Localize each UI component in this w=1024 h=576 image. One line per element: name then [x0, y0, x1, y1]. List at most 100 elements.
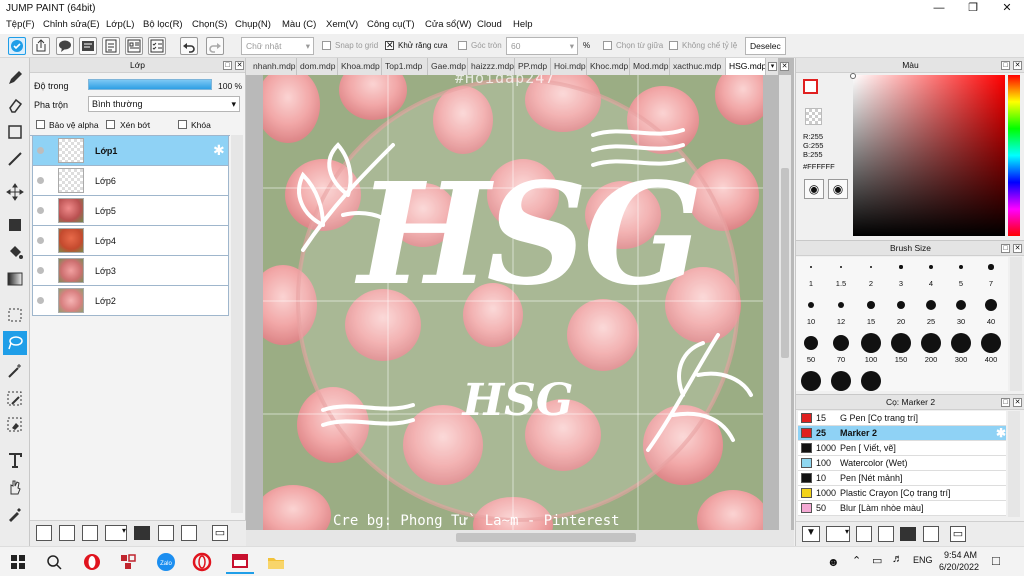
brush-size-dot[interactable]	[831, 371, 851, 391]
menu-edit[interactable]: Chỉnh sửa(E)	[43, 19, 100, 30]
search-icon[interactable]	[40, 550, 68, 574]
tab-hoi[interactable]: Hoi.mdp	[551, 58, 587, 75]
brush-size-dot[interactable]	[891, 333, 911, 353]
menu-window[interactable]: Cửa sổ(W)	[425, 19, 471, 30]
brush-size-dot[interactable]	[839, 265, 843, 269]
maximize-button[interactable]: ❐	[956, 0, 990, 17]
fill-rect-tool-icon[interactable]	[3, 213, 27, 237]
checklist-icon[interactable]	[148, 37, 166, 55]
redo-button[interactable]	[206, 37, 224, 55]
saturation-value-picker[interactable]	[853, 75, 1005, 236]
menu-tools[interactable]: Công cụ(T)	[367, 19, 415, 30]
gear-icon[interactable]: ✱	[996, 426, 1006, 441]
artwork-canvas[interactable]: #Hoidap247 HSG HSG Cre bg: Phong Tư` La~…	[263, 75, 763, 530]
layer-row[interactable]: Lớp6	[32, 166, 229, 196]
tab-haizzz[interactable]: haizzz.mdp	[468, 58, 515, 75]
hand-tool-icon[interactable]	[3, 475, 27, 499]
clip-checkbox[interactable]	[106, 120, 115, 129]
close-icon[interactable]: ✕	[1013, 244, 1022, 253]
brush-size-dot[interactable]	[861, 333, 881, 353]
rect-select-tool-icon[interactable]	[3, 303, 27, 327]
pen-list-item[interactable]: 1000 Pen [ Viết, vẽ]	[798, 441, 1006, 456]
network-app-icon[interactable]	[114, 550, 142, 574]
no-ratio-checkbox[interactable]	[669, 41, 678, 50]
menu-file[interactable]: Tệp(F)	[6, 19, 35, 30]
pen-list-item[interactable]: 25 Marker 2 ✱	[798, 426, 1006, 441]
close-icon[interactable]: ✕	[235, 61, 244, 70]
brush-scrollbar[interactable]	[1010, 257, 1022, 391]
paste-pen-icon[interactable]	[878, 526, 894, 542]
folder-icon[interactable]	[134, 526, 150, 540]
pen-scrollbar[interactable]	[1008, 411, 1020, 517]
gradient-tool-icon[interactable]	[3, 267, 27, 291]
speech-bubble-icon[interactable]	[56, 37, 74, 55]
blend-mode-select[interactable]: Bình thường ▾	[88, 96, 240, 112]
color-picker-cursor[interactable]	[850, 73, 856, 79]
text-box-icon[interactable]	[79, 37, 97, 55]
minimize-button[interactable]: —	[922, 0, 956, 17]
move-tool-icon[interactable]	[3, 180, 27, 204]
layer-row[interactable]: Lớp2	[32, 286, 229, 316]
palette-icon[interactable]: ◉	[804, 179, 824, 199]
tab-top1[interactable]: Top1.mdp	[382, 58, 428, 75]
pen-list-item[interactable]: 10 Pen [Nét mảnh]	[798, 471, 1006, 486]
palette-settings-icon[interactable]: ◉	[828, 179, 848, 199]
brush-size-dot[interactable]	[921, 333, 941, 353]
new-layer-icon[interactable]	[36, 525, 52, 541]
copy-pen-icon[interactable]	[856, 526, 872, 542]
horizontal-scroll-thumb[interactable]	[456, 533, 636, 542]
eyedropper-tool-icon[interactable]	[3, 502, 27, 526]
trash-icon[interactable]: ▭	[212, 525, 228, 541]
undock-icon[interactable]: □	[1001, 244, 1010, 253]
rectangle-tool-icon[interactable]	[3, 120, 27, 144]
foreground-color-swatch[interactable]	[803, 79, 818, 94]
tab-gae[interactable]: Gae.mdp	[428, 58, 468, 75]
magic-wand-tool-icon[interactable]	[3, 359, 27, 383]
confirm-select-button[interactable]	[8, 37, 26, 55]
gear-icon[interactable]: ✱	[213, 142, 225, 159]
close-icon[interactable]: ✕	[1013, 61, 1022, 70]
brush-size-dot[interactable]	[807, 301, 815, 309]
close-button[interactable]: ✕	[990, 0, 1024, 17]
clock-date[interactable]: 6/20/2022	[939, 562, 979, 572]
visibility-icon[interactable]	[37, 297, 44, 304]
visibility-icon[interactable]	[37, 267, 44, 274]
people-icon[interactable]: ☻	[827, 555, 840, 569]
brush-size-dot[interactable]	[803, 335, 819, 351]
select-eraser-tool-icon[interactable]	[3, 413, 27, 437]
corner-value-input[interactable]: 60 ▾	[506, 37, 578, 55]
deselect-button[interactable]: Deselec	[745, 37, 786, 55]
duplicate-pen-icon[interactable]	[923, 526, 939, 542]
folder-icon[interactable]	[900, 527, 916, 541]
new-layer-8bit-icon[interactable]	[59, 525, 75, 541]
text-tool-icon[interactable]	[3, 448, 27, 472]
protect-alpha-checkbox[interactable]	[36, 120, 45, 129]
tab-xacthuc[interactable]: xacthuc.mdp	[670, 58, 726, 75]
brush-size-dot[interactable]	[951, 333, 971, 353]
opacity-slider[interactable]	[88, 79, 212, 90]
select-pen-tool-icon[interactable]	[3, 387, 27, 411]
duplicate-layer-icon[interactable]	[158, 525, 174, 541]
file-explorer-icon[interactable]	[262, 550, 290, 574]
pen-list-item[interactable]: 15 G Pen [Cọ trang trí]	[798, 411, 1006, 426]
menu-view[interactable]: Xem(V)	[326, 19, 358, 30]
brush-size-dot[interactable]	[984, 298, 998, 312]
layer-row[interactable]: Lớp3	[32, 256, 229, 286]
brush-size-dot[interactable]	[988, 264, 994, 270]
page-list-icon[interactable]	[125, 37, 143, 55]
select-center-checkbox[interactable]	[603, 41, 612, 50]
layer-scrollbar[interactable]	[231, 135, 243, 513]
windows-start-icon[interactable]	[4, 550, 32, 574]
layer-row[interactable]: Lớp5	[32, 196, 229, 226]
brush-size-dot[interactable]	[896, 300, 906, 310]
vertical-scroll-thumb[interactable]	[781, 168, 789, 358]
menu-capture[interactable]: Chụp(N)	[235, 19, 271, 30]
menu-filter[interactable]: Bộ lọc(R)	[143, 19, 183, 30]
undock-icon[interactable]: □	[1001, 61, 1010, 70]
eraser-tool-icon[interactable]	[3, 93, 27, 117]
transparent-color-swatch[interactable]	[805, 108, 822, 125]
brush-size-dot[interactable]	[861, 371, 881, 391]
menu-select[interactable]: Chọn(S)	[192, 19, 227, 30]
bucket-tool-icon[interactable]	[3, 240, 27, 264]
brush-size-dot[interactable]	[899, 265, 903, 269]
